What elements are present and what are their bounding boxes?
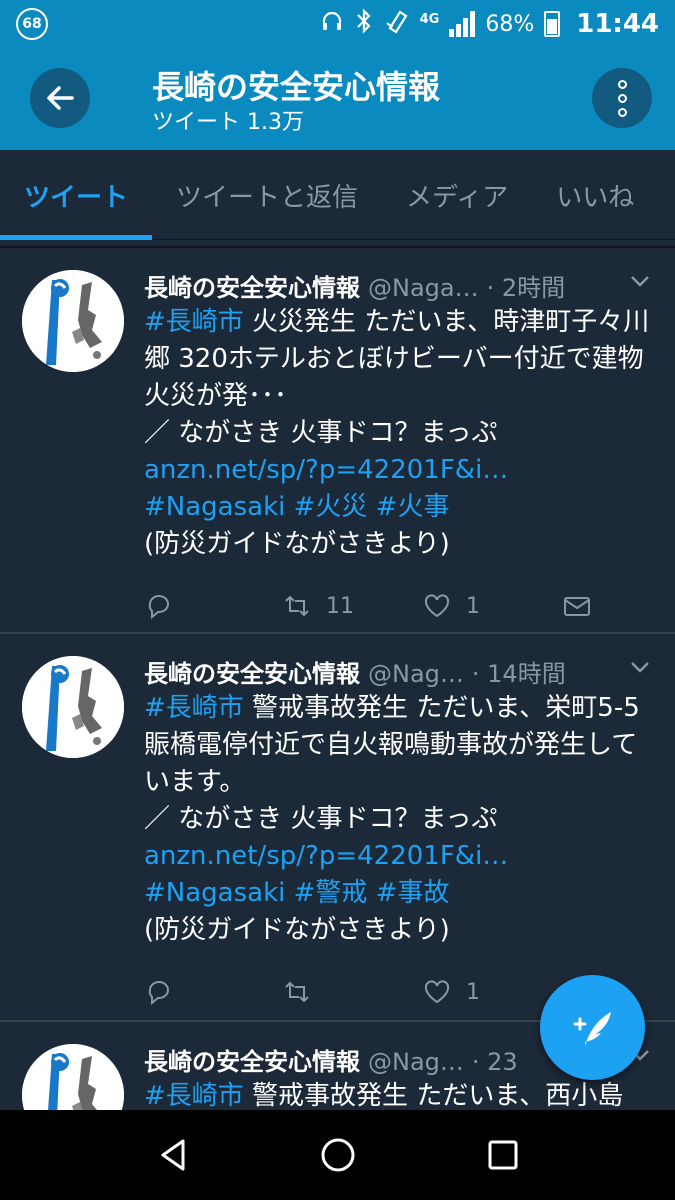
- display-name[interactable]: 長崎の安全安心情報: [144, 654, 360, 689]
- signal-icon: [449, 11, 476, 37]
- reply-button[interactable]: [144, 977, 282, 1007]
- heart-icon: [424, 594, 450, 618]
- retweet-button[interactable]: 11: [282, 591, 422, 621]
- compose-tweet-button[interactable]: [540, 975, 645, 1080]
- hashtag-link[interactable]: #長崎市: [144, 307, 244, 337]
- bluetooth-icon: [354, 8, 374, 40]
- back-button[interactable]: [30, 68, 90, 128]
- chevron-down-icon[interactable]: [629, 656, 651, 678]
- tweet-text: #長崎市 火災発生 ただいま、時津町子々川郷 320ホテルおとぼけビーバー付近で…: [144, 307, 650, 559]
- reply-button[interactable]: [144, 591, 282, 621]
- user-handle: @Nag…: [368, 1048, 464, 1076]
- chevron-down-icon[interactable]: [629, 270, 651, 292]
- like-count: 1: [466, 593, 480, 619]
- display-name[interactable]: 長崎の安全安心情報: [144, 268, 360, 303]
- headset-icon: [320, 9, 344, 39]
- more-dot-icon: [617, 79, 627, 89]
- tweet-text: #長崎市 警戒事故発生 ただいま、栄町5-5賑橋電停付近で自火報鳴動事故が発生し…: [144, 693, 640, 945]
- tab-media[interactable]: メディア: [382, 150, 532, 240]
- tab-tweets[interactable]: ツイート: [0, 150, 153, 240]
- url-link[interactable]: anzn.net/sp/?p=42201F&i…: [144, 455, 508, 485]
- tweet-count: ツイート 1.3万: [152, 110, 304, 135]
- envelope-icon: [564, 597, 590, 616]
- profile-header: 長崎の安全安心情報 ツイート 1.3万: [0, 48, 675, 150]
- home-circle-icon[interactable]: [318, 1135, 358, 1175]
- tweet-text: #長崎市 警戒事故発生 ただいま、西小島: [144, 1081, 624, 1110]
- battery-percent: 68%: [485, 11, 535, 37]
- display-name[interactable]: 長崎の安全安心情報: [144, 1042, 360, 1077]
- avatar[interactable]: [22, 1044, 124, 1110]
- back-triangle-icon[interactable]: [153, 1135, 193, 1175]
- twitter-profile-screen: 68 4G 68% 11:44 長崎の安全安心情報 ツイート 1.3万 ツイート…: [0, 0, 675, 1200]
- tweet-time: · 2時間: [486, 274, 566, 302]
- retweet-icon: [285, 595, 309, 617]
- arrow-left-icon: [47, 86, 74, 110]
- tweet-header: 長崎の安全安心情報 @Nag… · 14時間: [144, 654, 651, 688]
- status-bar: 68 4G 68% 11:44: [0, 0, 675, 48]
- compose-feather-icon: [573, 1011, 611, 1046]
- hashtags-link[interactable]: #Nagasaki #火災 #火事: [144, 492, 449, 522]
- like-button[interactable]: 1: [422, 591, 562, 621]
- notification-count-badge: 68: [16, 8, 48, 40]
- direct-message-button[interactable]: [562, 591, 592, 621]
- page-title: 長崎の安全安心情報: [152, 68, 441, 106]
- tab-likes[interactable]: いいね: [532, 150, 658, 240]
- nagasaki-logo-icon: [22, 1044, 124, 1110]
- user-handle: @Naga…: [368, 274, 479, 302]
- avatar[interactable]: [22, 656, 124, 758]
- hashtag-link[interactable]: #長崎市: [144, 1081, 244, 1110]
- tab-tweets-and-replies[interactable]: ツイートと返信: [152, 150, 382, 240]
- tweet-item[interactable]: 長崎の安全安心情報 @Naga… · 2時間 #長崎市 火災発生 ただいま、時津…: [0, 248, 675, 634]
- more-options-button[interactable]: [592, 68, 652, 128]
- reply-icon: [148, 981, 169, 1006]
- user-handle: @Nag…: [368, 660, 464, 688]
- nagasaki-logo-icon: [22, 270, 124, 372]
- network-type-label: 4G: [419, 12, 440, 27]
- nfc-icon: [384, 8, 410, 40]
- reply-icon: [148, 595, 169, 620]
- url-link[interactable]: anzn.net/sp/?p=42201F&i…: [144, 841, 508, 871]
- system-navigation-bar: [0, 1110, 675, 1200]
- recents-square-icon[interactable]: [483, 1135, 523, 1175]
- profile-tabs: ツイート ツイートと返信 メディア いいね: [0, 150, 675, 240]
- tweet-time: · 23: [471, 1048, 518, 1076]
- heart-icon: [424, 980, 450, 1004]
- avatar[interactable]: [22, 270, 124, 372]
- tweet-item[interactable]: 長崎の安全安心情報 @Nag… · 14時間 #長崎市 警戒事故発生 ただいま、…: [0, 634, 675, 1022]
- hashtags-link[interactable]: #Nagasaki #警戒 #事故: [144, 878, 449, 908]
- nagasaki-logo-icon: [22, 656, 124, 758]
- tweet-time: · 14時間: [471, 660, 566, 688]
- retweet-count: 11: [326, 593, 354, 619]
- clock-time: 11:44: [576, 9, 659, 39]
- retweet-button[interactable]: [282, 977, 422, 1007]
- like-button[interactable]: 1: [422, 977, 562, 1007]
- like-count: 1: [466, 979, 480, 1005]
- retweet-icon: [285, 981, 309, 1003]
- battery-icon: [544, 11, 561, 37]
- hashtag-link[interactable]: #長崎市: [144, 693, 244, 723]
- tweet-header: 長崎の安全安心情報 @Naga… · 2時間: [144, 268, 651, 302]
